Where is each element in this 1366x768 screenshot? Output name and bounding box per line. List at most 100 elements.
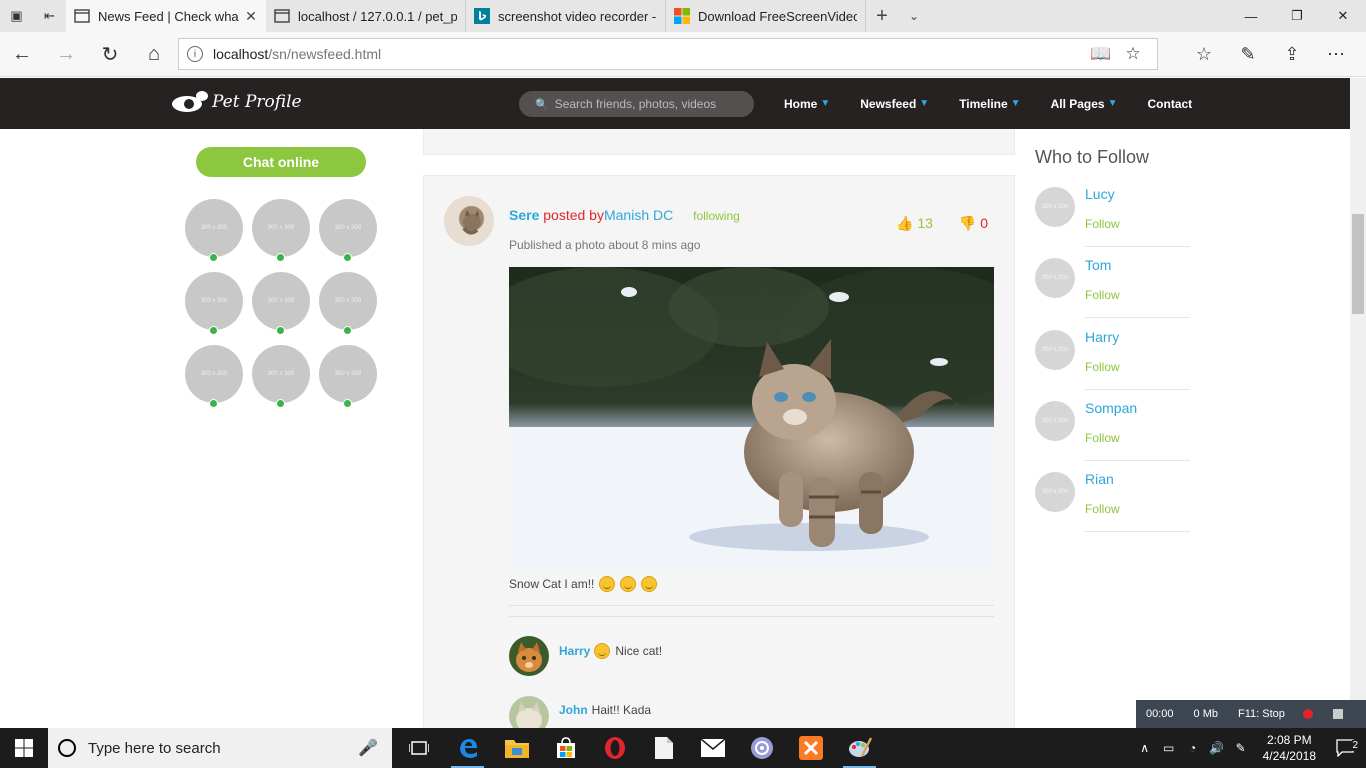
taskbar-clock[interactable]: 2:08 PM 4/24/2018 [1263,732,1316,764]
edge-icon[interactable] [443,728,492,768]
pen-icon[interactable]: ✎ [1226,44,1270,65]
close-window-icon[interactable]: ✕ [1320,0,1366,32]
chevron-down-icon: ▼ [1010,98,1021,109]
following-badge[interactable]: following [693,209,740,223]
scrollbar-thumb[interactable] [1352,214,1364,314]
friend-avatar[interactable]: 300 x 300 [252,272,310,335]
record-icon[interactable] [1302,709,1313,719]
suggestion-avatar[interactable]: 300 x 300 [1035,187,1075,227]
suggestion-name[interactable]: Tom [1085,257,1111,273]
taskbar-search-input[interactable] [88,739,358,757]
suggestion-avatar[interactable]: 300 x 300 [1035,401,1075,441]
follow-link[interactable]: Follow [1085,502,1120,516]
friend-avatar[interactable]: 300 x 300 [185,345,243,408]
suggestion-avatar[interactable]: 300 x 300 [1035,330,1075,370]
forward-arrow-icon[interactable]: → [44,32,88,77]
address-bar[interactable]: i localhost/sn/newsfeed.html 📖 ☆ [178,38,1158,70]
wifi-icon[interactable]: ◔ [1181,741,1205,755]
taskbar-search[interactable]: 🎤 [48,728,392,768]
set-tabs-aside-icon[interactable]: ⇤ [39,5,61,27]
nav-contact[interactable]: Contact [1148,97,1193,111]
suggestion-name[interactable]: Sompan [1085,400,1137,416]
suggestion-avatar[interactable]: 300 x 300 [1035,258,1075,298]
page-scrollbar[interactable] [1350,78,1366,728]
tab-title: localhost / 127.0.0.1 / pet_p [298,8,457,24]
site-search[interactable]: 🔍 [519,91,754,117]
suggestion-name[interactable]: Harry [1085,329,1119,345]
task-view-icon[interactable] [394,728,443,768]
dislike-button[interactable]: 👎 0 [959,215,988,232]
restore-icon[interactable]: ❐ [1274,0,1320,32]
back-arrow-icon[interactable]: ← [0,32,44,77]
nav-home[interactable]: Home ▼ [784,97,830,111]
xampp-icon[interactable] [786,728,835,768]
tab-previews-chevron-icon[interactable]: ⌄ [898,0,930,32]
suggestion-name[interactable]: Rian [1085,471,1114,487]
friend-avatar[interactable]: 300 x 300 [185,199,243,262]
follow-suggestion: 300 x 300 Sompan Follow [1035,400,1190,472]
nav-newsfeed[interactable]: Newsfeed ▼ [860,97,929,111]
close-tab-icon[interactable]: ✕ [244,8,258,25]
microphone-icon[interactable]: 🎤 [358,738,378,758]
friend-avatar[interactable]: 300 x 300 [252,199,310,262]
suggestion-name[interactable]: Lucy [1085,186,1115,202]
commenter-name[interactable]: Harry [559,644,590,658]
tab-phpmyadmin[interactable]: localhost / 127.0.0.1 / pet_p [266,0,466,32]
share-icon[interactable]: ⇪ [1270,44,1314,65]
url-text[interactable]: localhost/sn/newsfeed.html [213,46,1085,62]
favorites-hub-icon[interactable]: ☆ [1182,44,1226,65]
store-icon[interactable] [541,728,590,768]
follow-suggestion: 300 x 300 Tom Follow [1035,257,1190,329]
favorite-star-icon[interactable]: ☆ [1117,44,1149,64]
post-author-avatar[interactable] [444,196,494,246]
follow-link[interactable]: Follow [1085,431,1120,445]
poster-link[interactable]: Manish DC [604,207,673,223]
battery-icon[interactable]: ▭ [1157,741,1181,755]
chevron-down-icon: ▼ [1107,98,1118,109]
tab-download-freescreenvideo[interactable]: Download FreeScreenVideo [666,0,866,32]
chevron-down-icon: ▼ [919,98,930,109]
show-hidden-icons-chevron-icon[interactable]: ∧ [1133,741,1157,755]
site-logo[interactable]: Pet Profile [170,90,302,114]
volume-icon[interactable]: 🔊 [1205,741,1229,755]
stop-icon[interactable] [1332,709,1343,719]
follow-link[interactable]: Follow [1085,217,1120,231]
tab-bing-search[interactable]: screenshot video recorder - [466,0,666,32]
site-info-icon[interactable]: i [187,46,203,62]
document-icon[interactable] [639,728,688,768]
reading-view-icon[interactable]: 📖 [1085,44,1117,64]
refresh-icon[interactable]: ↻ [88,32,132,77]
follow-link[interactable]: Follow [1085,360,1120,374]
tab-overview-icon[interactable]: ▣ [6,5,28,27]
like-button[interactable]: 👍 13 [896,215,933,232]
friend-avatar[interactable]: 300 x 300 [319,272,377,335]
home-icon[interactable]: ⌂ [132,32,176,77]
suggestion-avatar[interactable]: 300 x 300 [1035,472,1075,512]
opera-icon[interactable] [590,728,639,768]
post-photo[interactable] [509,267,994,570]
friend-avatar[interactable]: 300 x 300 [319,345,377,408]
more-options-icon[interactable]: ⋯ [1314,44,1358,65]
nav-all-pages[interactable]: All Pages ▼ [1051,97,1118,111]
friend-avatar[interactable]: 300 x 300 [319,199,377,262]
screen-recorder-bar: 00:00 0 Mb F11: Stop [1136,700,1366,728]
tab-news-feed[interactable]: News Feed | Check wha ✕ [66,0,266,32]
bittorrent-icon[interactable] [737,728,786,768]
post-author-link[interactable]: Sere [509,207,539,223]
new-tab-button[interactable]: + [866,0,898,32]
start-button[interactable] [0,728,48,768]
friend-avatar[interactable]: 300 x 300 [252,345,310,408]
action-center-icon[interactable]: 2 [1326,739,1366,757]
nav-timeline[interactable]: Timeline ▼ [959,97,1020,111]
mail-icon[interactable] [688,728,737,768]
friend-avatar[interactable]: 300 x 300 [185,272,243,335]
commenter-name[interactable]: John [559,703,588,717]
follow-link[interactable]: Follow [1085,288,1120,302]
search-input[interactable] [554,97,745,111]
paint-icon[interactable] [835,728,884,768]
commenter-avatar[interactable] [509,636,549,676]
pen-workspace-icon[interactable]: ✎ [1229,741,1253,755]
chat-online-button[interactable]: Chat online [196,147,366,177]
file-explorer-icon[interactable] [492,728,541,768]
minimize-icon[interactable]: — [1228,0,1274,32]
